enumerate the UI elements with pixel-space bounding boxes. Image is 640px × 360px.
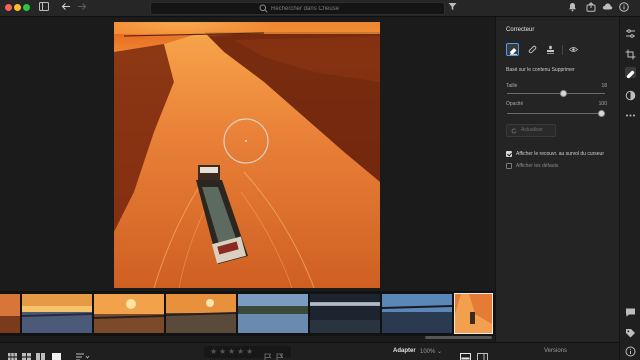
filmstrip-thumbnail[interactable] [238,294,308,333]
panel-toggle-icon[interactable] [477,348,488,360]
opacity-slider[interactable] [507,110,605,117]
filmstrip-scrollbar[interactable] [425,336,492,339]
main-photo[interactable] [114,22,380,288]
grid-small-icon[interactable] [8,348,17,360]
fit-button[interactable]: Adapter [393,348,416,354]
sort-icon[interactable] [76,348,90,360]
edit-sliders-icon[interactable] [625,26,636,38]
bottom-bar: ★ ★ ★ ★ ★ Adapter 100% ⌄ Versions [0,342,619,360]
bell-icon[interactable] [566,2,578,14]
size-slider-thumb[interactable] [560,90,567,97]
forward-arrow-icon[interactable] [76,2,88,14]
info-icon[interactable] [625,344,636,357]
tool-separator [562,45,563,55]
panel-title: Correcteur [506,27,535,33]
filmstrip-thumbnail[interactable] [166,294,236,333]
refresh-icon [511,128,517,134]
healing-bandage-icon[interactable] [625,67,636,79]
zoom-window-button[interactable] [23,4,30,11]
filmstrip-thumbnail-selected[interactable] [454,293,493,334]
filmstrip-thumbnail[interactable] [310,294,380,333]
eye-icon [569,47,578,52]
star-4-icon[interactable]: ★ [237,347,244,357]
flag-reject-icon[interactable] [276,348,284,360]
versions-button[interactable]: Versions [544,348,567,354]
show-defects-label: Afficher les défauts [516,163,559,169]
sidebar-toggle-icon[interactable] [38,2,50,14]
close-window-button[interactable] [5,4,12,11]
compare-view-icon[interactable] [36,348,45,360]
filmstrip [0,291,495,336]
refresh-label: Actualiser [521,127,543,133]
heal-mode-label[interactable]: Basé sur le contenu Supprimer [506,67,575,73]
search-bar[interactable] [150,2,445,15]
opacity-slider-thumb[interactable] [598,110,605,117]
heal-tool-button[interactable] [506,43,519,56]
filter-icon[interactable] [446,2,458,14]
crop-icon[interactable] [625,47,636,60]
tool-rail [619,17,640,360]
grid-large-icon[interactable] [22,348,31,360]
star-5-icon[interactable]: ★ [246,347,253,357]
stamp-tool-button[interactable] [544,43,557,56]
eraser-icon [510,48,517,55]
minimize-window-button[interactable] [14,4,21,11]
size-slider[interactable] [507,90,605,97]
stamp-icon [547,45,554,54]
comment-icon[interactable] [625,305,636,317]
filmstrip-toggle-icon[interactable] [460,348,471,360]
filmstrip-thumbnail[interactable] [382,294,452,333]
image-canvas[interactable] [0,17,495,291]
overlay-hover-label: Afficher le recouvr. au survol du curseu… [516,151,605,157]
size-label: Taille [506,83,518,89]
filmstrip-thumbnail[interactable] [94,294,164,333]
bandage-icon [528,45,537,54]
title-bar [0,0,640,17]
search-input[interactable] [271,3,431,14]
search-icon [259,4,268,13]
share-icon[interactable] [585,2,597,14]
back-arrow-icon[interactable] [60,2,72,14]
overlay-hover-checkbox[interactable] [506,151,512,157]
size-value[interactable]: 18 [601,83,607,89]
star-3-icon[interactable]: ★ [228,347,235,357]
zoom-dropdown[interactable]: 100% ⌄ [420,348,442,355]
tag-icon[interactable] [625,326,636,338]
show-defects-checkbox[interactable] [506,163,512,169]
flag-pick-icon[interactable] [264,348,272,360]
filmstrip-thumbnail[interactable] [22,294,92,333]
star-rating[interactable]: ★ ★ ★ ★ ★ [204,346,291,360]
help-icon[interactable] [618,2,630,14]
cloud-icon[interactable] [601,2,613,14]
opacity-label: Opacité [506,101,524,107]
star-2-icon[interactable]: ★ [219,347,226,357]
refresh-button[interactable]: Actualiser [506,124,556,137]
opacity-value[interactable]: 100 [599,101,607,107]
healing-panel: Correcteur Basé sur le contenu Supprimer… [495,17,619,345]
star-1-icon[interactable]: ★ [210,347,217,357]
visualize-spots-button[interactable] [567,43,580,56]
bandage-tool-button[interactable] [526,43,539,56]
mask-icon[interactable] [625,88,636,101]
single-view-icon[interactable] [52,348,61,360]
more-options-icon[interactable] [625,108,636,119]
filmstrip-thumbnail[interactable] [0,294,20,333]
